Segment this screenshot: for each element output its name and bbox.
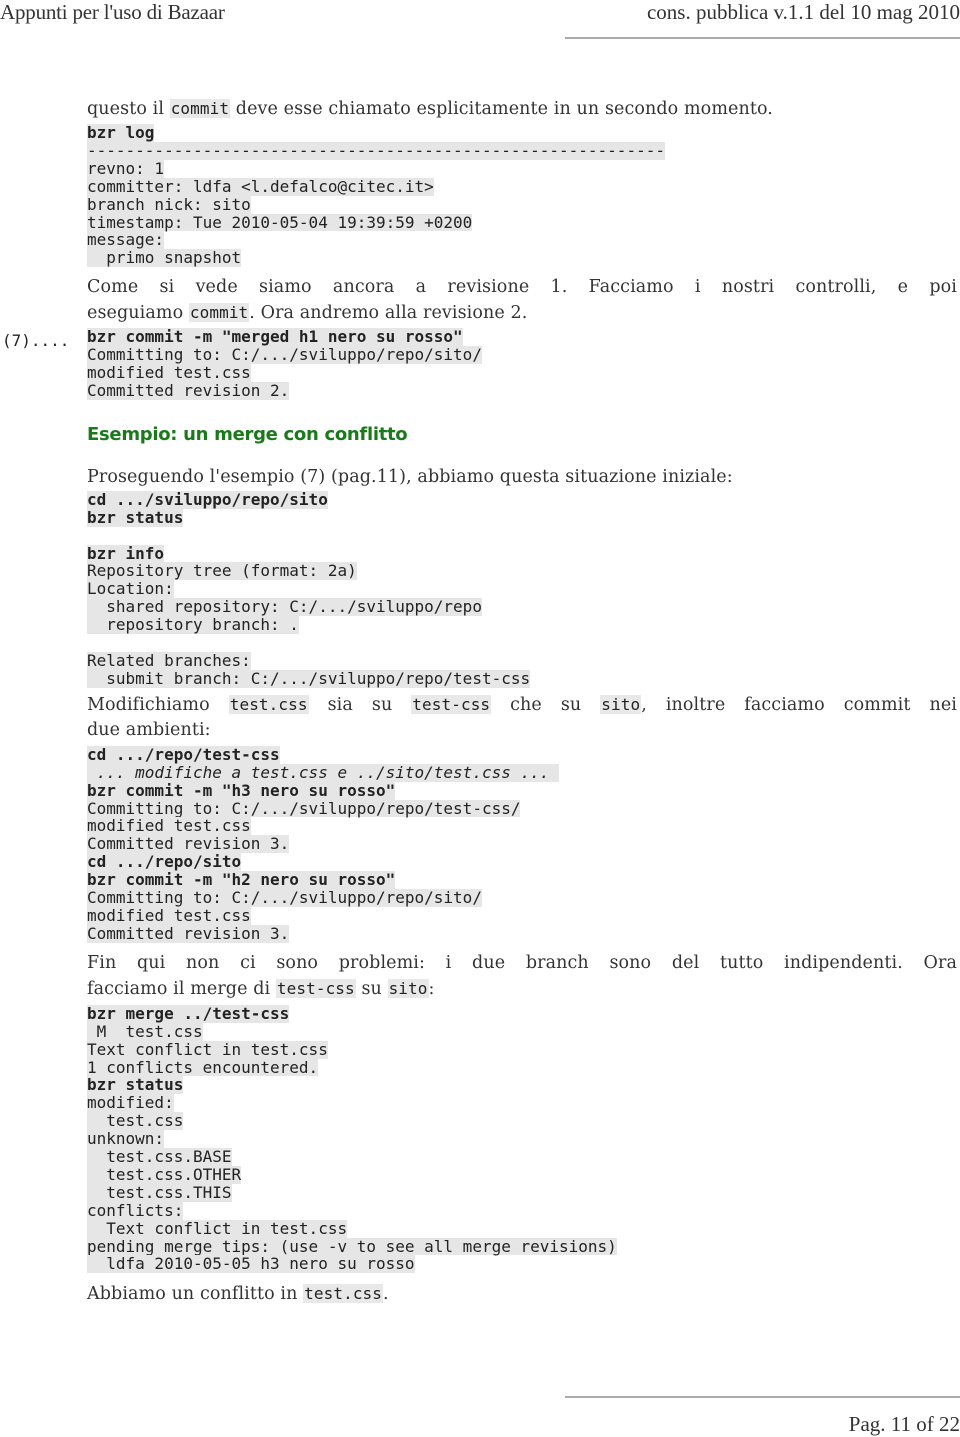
code-line: submit branch: C:/.../sviluppo/repo/test…: [87, 668, 531, 688]
code-line: Location:: [87, 579, 174, 599]
paragraph-text: che su: [491, 694, 601, 715]
code-line: pending merge tips: (use -v to see all m…: [87, 1236, 617, 1256]
example-marker: (7)....: [2, 331, 70, 350]
paragraph-text: . Ora andremo alla revisione 2.: [249, 303, 528, 324]
code-line: Text conflict in test.css: [87, 1218, 348, 1238]
code-command: bzr commit -m "merged h1 nero su rosso": [87, 327, 463, 347]
inline-code: sito: [387, 978, 429, 998]
code-command: bzr commit -m "h2 nero su rosso": [87, 870, 396, 890]
paragraph: Proseguendo l'esempio (7) (pag.11), abbi…: [87, 466, 733, 487]
code-line: revno: 1: [87, 158, 165, 178]
code-command: bzr log: [87, 123, 155, 142]
document-title: Appunti per l'uso di Bazaar: [0, 0, 225, 24]
page-number: Pag. 11 of 22: [848, 1412, 960, 1436]
code-line: test.css: [87, 1111, 184, 1131]
paragraph: due ambienti:: [87, 719, 211, 740]
paragraph: facciamo il merge di test-css su sito:: [87, 976, 957, 1002]
code-line: Repository tree (format: 2a): [87, 561, 357, 581]
code-separator: ----------------------------------------…: [87, 140, 665, 160]
paragraph: Fin qui non ci sono problemi: i due bran…: [87, 952, 957, 973]
code-line: conflicts:: [87, 1200, 184, 1220]
log-code-block: bzr log --------------------------------…: [87, 123, 957, 268]
code-command: cd .../repo/sito: [87, 852, 242, 872]
intro-text: questo il: [87, 99, 170, 119]
code-line: test.css.BASE: [87, 1147, 232, 1167]
code-line: test.css.THIS: [87, 1182, 232, 1202]
inline-code: test.css: [228, 694, 309, 714]
paragraph-text: .: [383, 1284, 389, 1305]
code-line: branch nick: sito: [87, 194, 251, 214]
code-line: repository branch: .: [87, 615, 299, 635]
paragraph-text: eseguiamo: [87, 303, 189, 324]
code-line: 1 conflicts encountered.: [87, 1057, 319, 1077]
page-content: questo il commit deve esse chiamato espl…: [87, 96, 957, 1307]
status-code-block: cd .../sviluppo/repo/sito bzr status bzr…: [87, 489, 957, 688]
code-command: bzr status: [87, 507, 184, 527]
footer-rule: [565, 1396, 960, 1398]
inline-code: commit: [188, 303, 250, 323]
code-line: modified test.css: [87, 363, 251, 383]
code-line: M test.css: [87, 1021, 203, 1041]
code-command: cd .../repo/test-css: [87, 744, 280, 764]
paragraph-text: Modifichiamo: [87, 694, 229, 715]
header-rule: [565, 37, 960, 39]
code-command: bzr info: [87, 543, 165, 563]
code-line: Committed revision 3.: [87, 923, 290, 943]
code-line: test.css.OTHER: [87, 1164, 242, 1184]
inline-code: test-css: [411, 694, 492, 714]
code-line: timestamp: Tue 2010-05-04 19:39:59 +0200: [87, 212, 473, 232]
code-command: bzr merge ../test-css: [87, 1003, 290, 1023]
code-line: Committing to: C:/.../sviluppo/repo/sito…: [87, 888, 482, 908]
inline-code: test-css: [275, 978, 356, 998]
paragraph-text: Abbiamo un conflitto in: [87, 1284, 304, 1305]
inline-code: commit: [169, 99, 231, 118]
intro-paragraph: questo il commit deve esse chiamato espl…: [87, 96, 957, 122]
inline-code: test.css: [303, 1284, 384, 1304]
commit-code-block: bzr commit -m "merged h1 nero su rosso" …: [87, 328, 957, 400]
paragraph-text: sia su: [308, 694, 412, 715]
code-comment: ... modifiche a test.css e ../sito/test.…: [87, 762, 560, 782]
paragraph-text: , inoltre facciamo commit nei: [641, 694, 957, 715]
document-version: cons. pubblica v.1.1 del 10 mag 2010: [646, 0, 960, 24]
code-line: modified:: [87, 1093, 174, 1113]
code-line: unknown:: [87, 1129, 165, 1149]
code-line: Committing to: C:/.../sviluppo/repo/test…: [87, 798, 521, 818]
paragraph-text: facciamo il merge di: [87, 978, 276, 999]
code-line: primo snapshot: [87, 248, 242, 268]
code-line: modified test.css: [87, 816, 251, 836]
code-line: committer: ldfa <l.defalco@citec.it>: [87, 176, 434, 196]
paragraph-text: :: [428, 978, 435, 999]
intro-text: deve esse chiamato esplicitamente in un …: [230, 99, 773, 119]
code-command: bzr status: [87, 1075, 184, 1095]
paragraph: eseguiamo commit. Ora andremo alla revis…: [87, 300, 957, 326]
paragraph: Come si vede siamo ancora a revisione 1.…: [87, 277, 957, 298]
modify-code-block: cd .../repo/test-css ... modifiche a tes…: [87, 744, 957, 943]
code-line: message:: [87, 230, 165, 250]
code-line: ldfa 2010-05-05 h3 nero su rosso: [87, 1254, 415, 1274]
code-line: shared repository: C:/.../sviluppo/repo: [87, 597, 482, 617]
code-command: cd .../sviluppo/repo/sito: [87, 489, 328, 509]
code-line: Committed revision 2.: [87, 380, 290, 400]
paragraph: Abbiamo un conflitto in test.css.: [87, 1281, 957, 1307]
section-heading: Esempio: un merge con conflitto: [87, 423, 408, 445]
paragraph-text: su: [355, 978, 388, 999]
code-line: Committing to: C:/.../sviluppo/repo/sito…: [87, 345, 482, 365]
paragraph: Modifichiamo test.css sia su test-css ch…: [87, 692, 957, 718]
inline-code: sito: [600, 694, 642, 714]
code-line: Text conflict in test.css: [87, 1039, 328, 1059]
code-line: modified test.css: [87, 905, 251, 925]
code-command: bzr commit -m "h3 nero su rosso": [87, 780, 396, 800]
merge-code-block: bzr merge ../test-css M test.css Text co…: [87, 1003, 957, 1274]
code-line: Committed revision 3.: [87, 834, 290, 854]
code-line: Related branches:: [87, 651, 251, 670]
